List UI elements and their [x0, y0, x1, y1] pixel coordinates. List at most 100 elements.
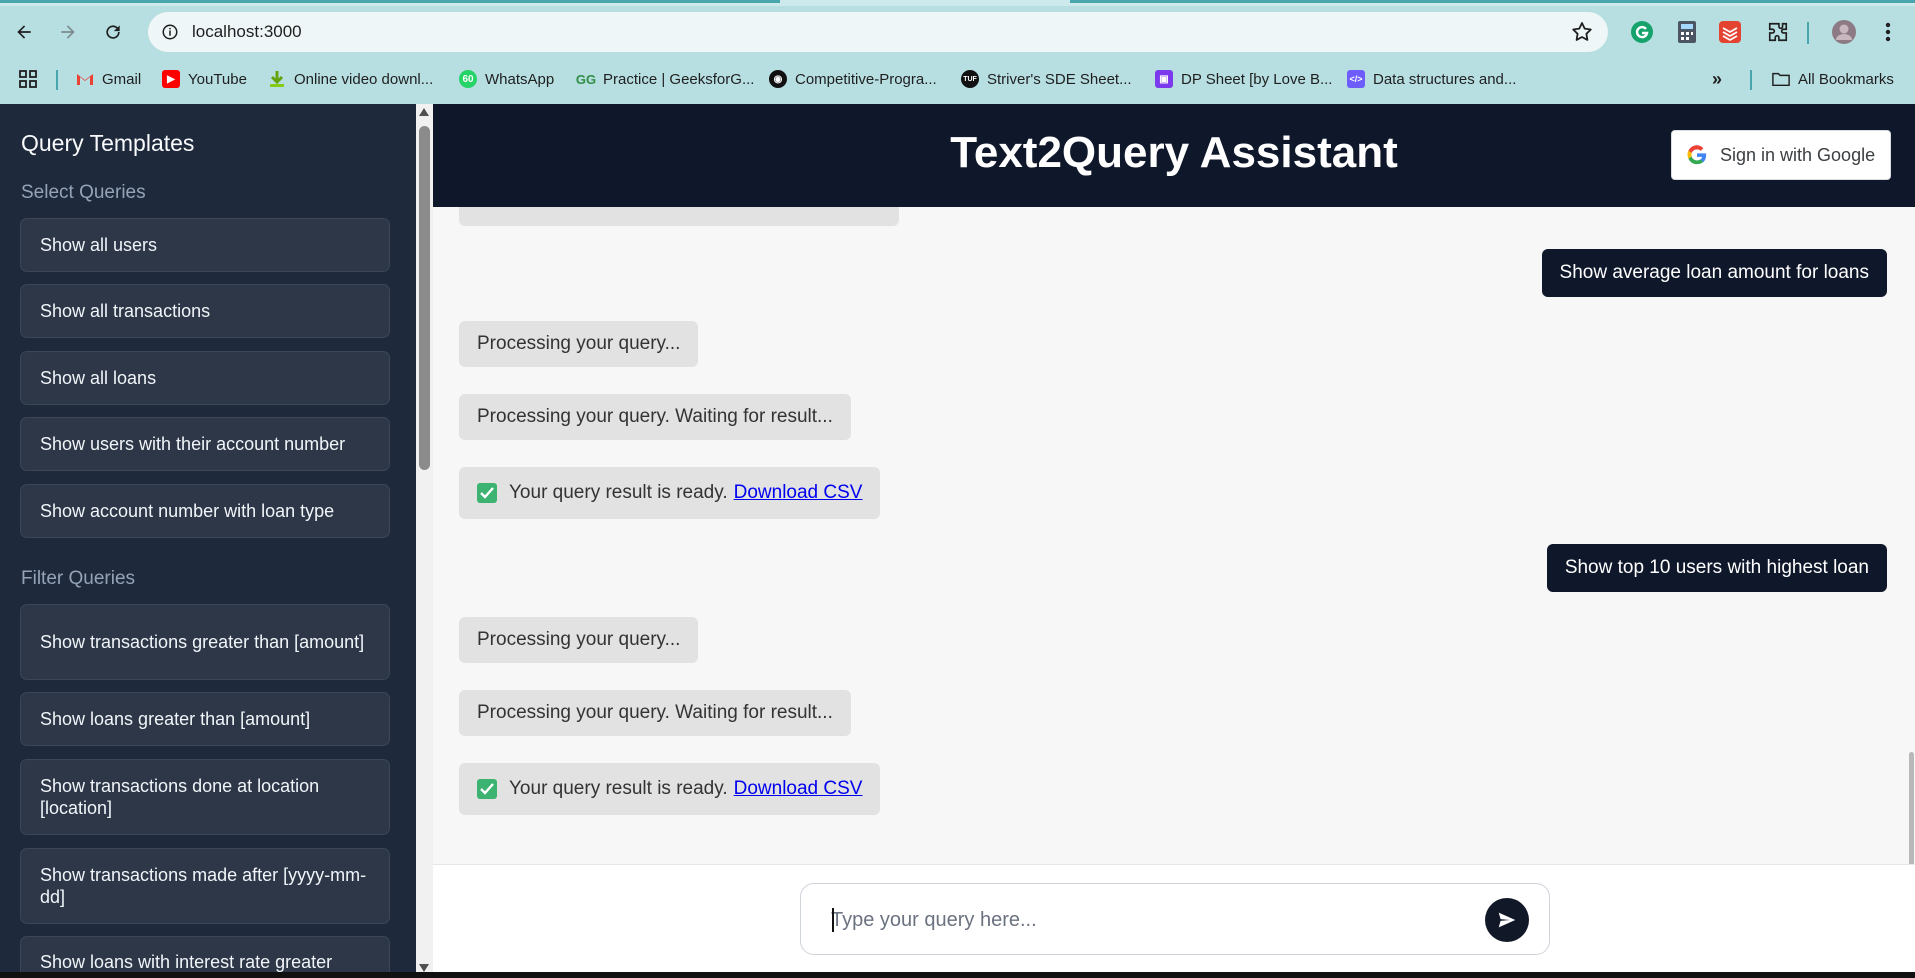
- sidebar-scrollbar[interactable]: [416, 104, 433, 978]
- bookmark-star-icon[interactable]: [1570, 20, 1594, 44]
- download-csv-link[interactable]: Download CSV: [734, 777, 863, 801]
- download-icon: [268, 70, 286, 88]
- tab-strip: [0, 0, 1915, 6]
- bot-message: Processing your query...: [459, 617, 699, 663]
- chrome-menu-icon[interactable]: [1874, 18, 1902, 46]
- filter-queries-title: Filter Queries: [21, 568, 136, 589]
- address-bar[interactable]: localhost:3000: [148, 12, 1608, 52]
- query-template-transactions-greater-than[interactable]: Show transactions greater than [amount]: [20, 604, 390, 680]
- bookmark-label: Data structures and...: [1373, 70, 1517, 88]
- profile-avatar[interactable]: [1830, 18, 1858, 46]
- all-bookmarks-label: All Bookmarks: [1798, 70, 1894, 88]
- bookmarks-divider: [56, 70, 58, 90]
- scroll-down-arrow-icon[interactable]: [419, 964, 429, 972]
- send-icon: [1498, 912, 1516, 928]
- geeksforgeeks-icon: GG: [575, 71, 597, 87]
- bookmark-label: DP Sheet [by Love B...: [1181, 70, 1333, 88]
- select-queries-title: Select Queries: [21, 182, 146, 203]
- query-templates-sidebar: Query Templates Select Queries Show all …: [0, 104, 416, 978]
- bookmark-video-downloader[interactable]: Online video downl...: [268, 66, 433, 92]
- forward-button[interactable]: [50, 14, 86, 50]
- window-bottom-edge: [0, 972, 1915, 978]
- checkmark-icon: [477, 483, 497, 503]
- bookmarks-divider: [1750, 70, 1752, 90]
- bookmark-geeksforgeeks[interactable]: GG Practice | GeeksforG...: [575, 66, 755, 92]
- presentation-icon: ▣: [1155, 70, 1173, 88]
- user-message: Show top 10 users with highest loan: [1546, 544, 1887, 592]
- bookmark-label: Online video downl...: [294, 70, 434, 88]
- bookmark-strivers-sheet[interactable]: TUF Striver's SDE Sheet...: [961, 66, 1132, 92]
- reload-button[interactable]: [95, 14, 131, 50]
- google-logo-icon: [1687, 145, 1707, 165]
- bookmark-label: Striver's SDE Sheet...: [987, 70, 1132, 88]
- reload-icon: [106, 25, 120, 39]
- youtube-icon: ▶: [162, 70, 180, 88]
- bot-result-message: Your query result is ready. Download CSV: [459, 763, 881, 815]
- bookmark-gmail[interactable]: Gmail: [76, 66, 141, 92]
- back-arrow-icon: [17, 25, 31, 39]
- result-ready-text: Your query result is ready.: [509, 482, 728, 503]
- app-header: Text2Query Assistant Sign in with Google: [433, 104, 1915, 207]
- sidebar-scroll-thumb[interactable]: [419, 126, 430, 470]
- query-template-show-all-loans[interactable]: Show all loans: [20, 351, 390, 405]
- checkmark-icon: [477, 779, 497, 799]
- url-text: localhost:3000: [192, 22, 302, 41]
- query-input-container: [800, 883, 1550, 955]
- bookmark-label: Practice | GeeksforG...: [603, 70, 755, 88]
- query-template-account-loan-type[interactable]: Show account number with loan type: [20, 484, 390, 538]
- back-button[interactable]: [6, 14, 42, 50]
- more-bookmarks-chevron-icon[interactable]: »: [1712, 66, 1722, 92]
- apps-grid-icon[interactable]: [18, 66, 38, 92]
- send-button[interactable]: [1485, 898, 1529, 942]
- bookmark-data-structures[interactable]: </> Data structures and...: [1347, 66, 1516, 92]
- google-signin-button[interactable]: Sign in with Google: [1671, 130, 1891, 180]
- toolbar-divider: [1807, 22, 1809, 44]
- bookmark-label: YouTube: [188, 70, 247, 88]
- grammarly-extension-icon[interactable]: [1628, 18, 1656, 46]
- whatsapp-icon: 60: [459, 70, 477, 88]
- bookmark-whatsapp[interactable]: 60 WhatsApp: [459, 66, 554, 92]
- bot-message: Processing your query. Waiting for resul…: [459, 690, 851, 736]
- query-template-transactions-after-date[interactable]: Show transactions made after [yyyy-mm-dd…: [20, 848, 390, 924]
- chat-main: Text2Query Assistant Sign in with Google…: [433, 104, 1915, 978]
- sidebar-title: Query Templates: [21, 130, 195, 156]
- bookmarks-bar: Gmail ▶ YouTube Online video downl... 60…: [0, 62, 1915, 96]
- query-template-transactions-at-location[interactable]: Show transactions done at location [loca…: [20, 759, 390, 835]
- bookmark-label: WhatsApp: [485, 70, 555, 88]
- forward-arrow-icon: [61, 25, 75, 39]
- browser-chrome: localhost:3000 Gmail ▶ YouTube Online vi…: [0, 0, 1915, 104]
- bookmark-label: Competitive-Progra...: [795, 70, 937, 88]
- bot-message: Processing your query. Waiting for resul…: [459, 394, 851, 440]
- all-bookmarks-folder[interactable]: All Bookmarks: [1772, 66, 1894, 92]
- bookmark-youtube[interactable]: ▶ YouTube: [162, 66, 247, 92]
- tab-edge: [1070, 0, 1915, 3]
- extensions-puzzle-icon[interactable]: [1764, 18, 1792, 46]
- chat-input-area: [433, 864, 1915, 978]
- scroll-up-arrow-icon[interactable]: [419, 108, 429, 116]
- code-icon: </>: [1347, 70, 1365, 88]
- result-ready-text: Your query result is ready.: [509, 778, 728, 799]
- query-template-users-account-number[interactable]: Show users with their account number: [20, 417, 390, 471]
- gmail-icon: [76, 70, 94, 88]
- tuf-icon: TUF: [961, 70, 979, 88]
- query-template-loans-greater-than[interactable]: Show loans greater than [amount]: [20, 692, 390, 746]
- bookmark-competitive-programming[interactable]: ◉ Competitive-Progra...: [769, 66, 937, 92]
- query-template-show-all-users[interactable]: Show all users: [20, 218, 390, 272]
- query-input[interactable]: [831, 904, 1471, 936]
- chat-scrollbar[interactable]: [1907, 207, 1915, 972]
- todoist-extension-icon[interactable]: [1716, 18, 1744, 46]
- active-tab-edge: [0, 0, 780, 3]
- bookmark-label: Gmail: [102, 70, 142, 88]
- text-caret: [832, 908, 834, 932]
- github-icon: ◉: [769, 70, 787, 88]
- bookmark-dp-sheet[interactable]: ▣ DP Sheet [by Love B...: [1155, 66, 1332, 92]
- folder-icon: [1772, 70, 1790, 88]
- query-template-show-all-transactions[interactable]: Show all transactions: [20, 284, 390, 338]
- calculator-extension-icon[interactable]: [1673, 18, 1701, 46]
- site-info-icon[interactable]: [158, 20, 182, 44]
- google-signin-label: Sign in with Google: [1720, 144, 1876, 165]
- download-csv-link[interactable]: Download CSV: [734, 481, 863, 505]
- user-message: Show average loan amount for loans: [1541, 249, 1887, 297]
- bot-result-message: Your query result is ready. Download CSV: [459, 467, 881, 519]
- bot-message: Processing your query...: [459, 321, 699, 367]
